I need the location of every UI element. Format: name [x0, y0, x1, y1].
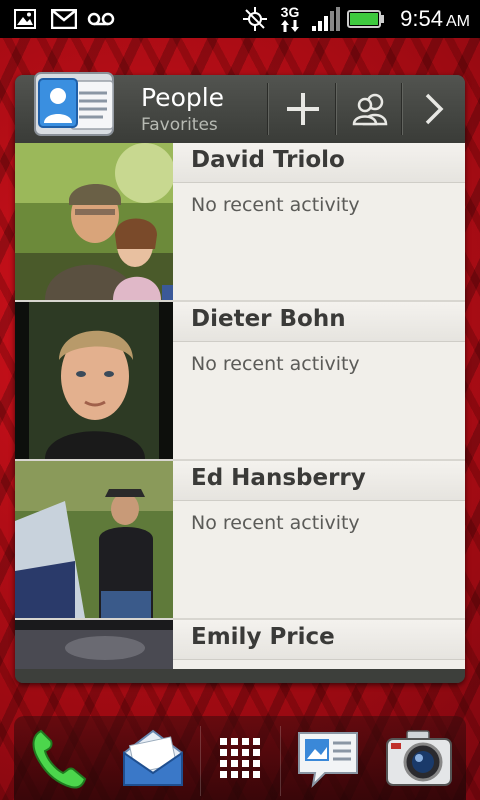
- gallery-notification-icon: [12, 0, 38, 38]
- mail-button[interactable]: [110, 716, 196, 800]
- contact-activity: No recent activity: [191, 353, 360, 375]
- widget-footer: [15, 669, 465, 683]
- messages-button[interactable]: [286, 716, 370, 800]
- widget-title: People: [141, 83, 225, 112]
- voicemail-icon: [86, 0, 116, 38]
- widget-subtitle[interactable]: Favorites: [141, 115, 218, 135]
- header-divider: [335, 83, 337, 135]
- contact-photo[interactable]: [15, 461, 173, 618]
- network-type-label: 3G: [280, 4, 300, 20]
- phone-button[interactable]: [14, 716, 100, 800]
- phone-icon: [32, 729, 87, 789]
- add-contact-button[interactable]: [271, 79, 335, 139]
- contact-name[interactable]: Ed Hansberry: [191, 465, 366, 491]
- dock-divider: [280, 726, 281, 796]
- network-3g-icon: 3G: [276, 0, 304, 38]
- groups-icon: [352, 93, 388, 126]
- battery-icon: [346, 0, 386, 38]
- gmail-icon: [50, 0, 78, 38]
- camera-button[interactable]: [376, 716, 462, 800]
- contact-name-band: Emily Price: [173, 620, 465, 660]
- contact-name-band: David Triolo: [173, 143, 465, 183]
- header-divider: [401, 83, 403, 135]
- all-apps-icon: [220, 738, 260, 778]
- status-bar: 3G 9:54 AM: [0, 0, 480, 38]
- people-widget: People Favorites David Triolo No recent …: [15, 72, 465, 683]
- contact-name[interactable]: David Triolo: [191, 147, 345, 173]
- signal-icon: [310, 0, 342, 38]
- contact-activity: No recent activity: [191, 512, 360, 534]
- contact-activity: No recent activity: [191, 194, 360, 216]
- people-app-icon[interactable]: [31, 67, 117, 143]
- contact-row[interactable]: David Triolo No recent activity: [15, 143, 465, 302]
- contact-row[interactable]: Dieter Bohn No recent activity: [15, 302, 465, 461]
- clock-ampm: AM: [446, 13, 470, 30]
- mail-icon: [123, 729, 183, 786]
- contact-photo[interactable]: [15, 302, 173, 459]
- messages-icon: [298, 732, 358, 788]
- contact-row[interactable]: Emily Price: [15, 620, 465, 669]
- contact-name-band: Dieter Bohn: [173, 302, 465, 342]
- contact-name-band: Ed Hansberry: [173, 461, 465, 501]
- clock: 9:54 AM: [400, 0, 470, 38]
- chevron-right-icon: [425, 93, 444, 125]
- widget-header: People Favorites: [15, 72, 465, 143]
- contact-row[interactable]: Ed Hansberry No recent activity: [15, 461, 465, 620]
- contact-photo[interactable]: [15, 620, 173, 669]
- groups-button[interactable]: [339, 79, 401, 139]
- header-divider: [267, 83, 269, 135]
- camera-icon: [386, 730, 452, 786]
- all-apps-button[interactable]: [202, 716, 278, 800]
- plus-icon: [287, 93, 319, 125]
- clock-time: 9:54: [400, 6, 443, 31]
- gps-icon: [240, 0, 270, 38]
- dock-divider: [200, 726, 201, 796]
- contact-name[interactable]: Dieter Bohn: [191, 306, 346, 332]
- launcher-dock: [14, 716, 466, 800]
- contact-name[interactable]: Emily Price: [191, 624, 335, 650]
- next-page-button[interactable]: [405, 79, 463, 139]
- contact-photo[interactable]: [15, 143, 173, 300]
- favorites-list[interactable]: David Triolo No recent activity Dieter B…: [15, 143, 465, 669]
